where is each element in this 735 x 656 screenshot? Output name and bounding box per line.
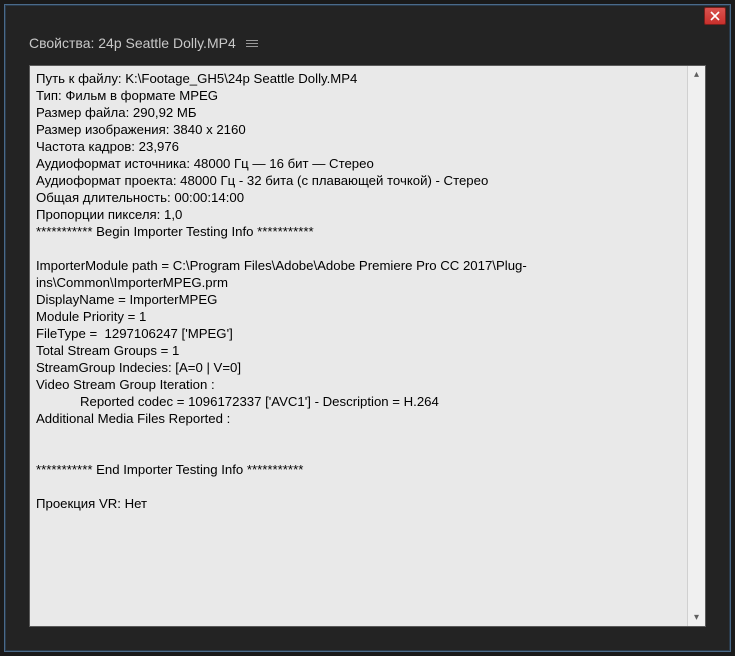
- window-title: Свойства: 24p Seattle Dolly.MP4: [29, 35, 236, 51]
- properties-window: Свойства: 24p Seattle Dolly.MP4 Путь к ф…: [4, 4, 731, 652]
- close-icon: [710, 11, 720, 21]
- properties-text[interactable]: Путь к файлу: K:\Footage_GH5\24p Seattle…: [30, 66, 687, 626]
- scroll-down-arrow-icon[interactable]: ▾: [688, 609, 705, 626]
- close-button[interactable]: [704, 7, 726, 25]
- scroll-up-arrow-icon[interactable]: ▴: [688, 66, 705, 83]
- titlebar: Свойства: 24p Seattle Dolly.MP4: [5, 5, 730, 59]
- outer-frame: Свойства: 24p Seattle Dolly.MP4 Путь к ф…: [0, 0, 735, 656]
- vertical-scrollbar[interactable]: ▴ ▾: [687, 66, 705, 626]
- properties-panel: Путь к файлу: K:\Footage_GH5\24p Seattle…: [29, 65, 706, 627]
- panel-menu-icon[interactable]: [246, 40, 258, 47]
